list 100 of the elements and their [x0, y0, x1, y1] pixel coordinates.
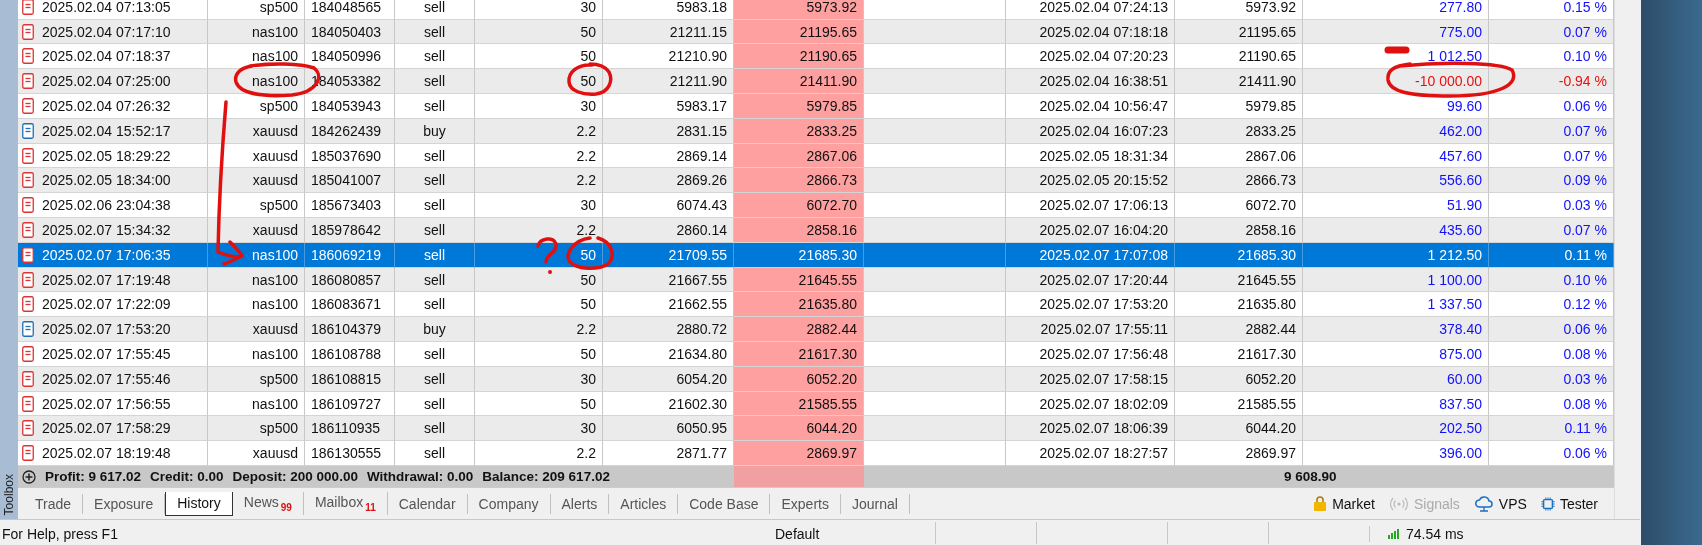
- tab[interactable]: Code Base: [678, 493, 771, 514]
- type-cell: sell: [395, 94, 475, 119]
- table-row[interactable]: 2025.02.07 17:19:48 nas100 186080857 sell 50 21667.55 21645.55 2025.02.07 17:20:44 21645.55 1 100.00 0.10 %: [18, 267, 1614, 293]
- document-icon: [22, 246, 34, 263]
- table-row[interactable]: 2025.02.04 07:17:10 nas100 184050403 sell 50 21211.15 21195.65 2025.02.04 07:18:18 21195.65 775.00 0.07 %: [18, 19, 1614, 45]
- document-icon: [22, 420, 34, 437]
- time-cell: 2025.02.04 16:07:23: [1006, 118, 1175, 144]
- type-cell: sell: [395, 366, 475, 392]
- table-row[interactable]: 2025.02.04 15:52:17 xauusd 184262439 buy 2.2 2831.15 2833.25 2025.02.04 16:07:23 2833.25 462.00 0.07 %: [18, 118, 1614, 144]
- price-cell: 2882.44: [734, 317, 864, 342]
- symbol-cell: xauusd: [208, 118, 305, 144]
- price-cell: 5979.85: [734, 94, 864, 119]
- price-cell: 21685.30: [734, 242, 864, 268]
- tab[interactable]: Trade: [24, 493, 84, 514]
- price-cell: 2866.73: [734, 168, 864, 194]
- change-cell: 0.11 %: [1489, 242, 1614, 268]
- table-row[interactable]: 2025.02.07 18:19:48 xauusd 186130555 sell 2.2 2871.77 2869.97 2025.02.07 18:27:57 2869.97 396.00 0.06 %: [18, 441, 1614, 466]
- tab[interactable]: Calendar: [387, 493, 468, 514]
- time-cell: 2025.02.04 10:56:47: [1006, 94, 1175, 119]
- service-button[interactable]: VPS: [1473, 495, 1527, 512]
- tab[interactable]: Articles: [609, 493, 679, 514]
- time-cell: 2025.02.07 17:55:45: [18, 342, 208, 367]
- document-icon: [22, 48, 34, 65]
- document-icon: [22, 197, 34, 214]
- tab[interactable]: Experts: [770, 493, 841, 514]
- document-icon: [22, 0, 34, 15]
- price-cell: 21635.80: [734, 292, 864, 318]
- table-row[interactable]: 2025.02.06 23:04:38 sp500 185673403 sell 30 6074.43 6072.70 2025.02.07 17:06:13 6072.70 51.90 0.03 %: [18, 193, 1614, 219]
- tab[interactable]: History: [165, 491, 233, 516]
- document-icon: [22, 321, 34, 338]
- profit-cell: 99.60: [1303, 94, 1489, 119]
- bag-icon: [1313, 495, 1328, 512]
- table-row[interactable]: 2025.02.07 15:34:32 xauusd 185978642 sell 2.2 2860.14 2858.16 2025.02.07 16:04:20 2858.16 435.60 0.07 %: [18, 218, 1614, 243]
- table-row[interactable]: 2025.02.05 18:29:22 xauusd 185037690 sell 2.2 2869.14 2867.06 2025.02.05 18:31:34 2867.06 457.60 0.07 %: [18, 143, 1614, 169]
- ping-text: 74.54 ms: [1406, 526, 1464, 542]
- price-cell: 21685.30: [1175, 242, 1303, 268]
- summary-value: Deposit: 200 000.00: [232, 469, 358, 484]
- ticket-cell: 184048565: [305, 0, 395, 20]
- profit-cell: 435.60: [1303, 218, 1489, 243]
- summary-value: Credit: 0.00: [150, 469, 224, 484]
- tab[interactable]: Journal: [840, 493, 910, 514]
- time-cell: 2025.02.04 15:52:17: [18, 118, 208, 144]
- time-cell: 2025.02.04 07:26:32: [18, 94, 208, 119]
- price-cell: 6044.20: [734, 416, 864, 442]
- document-icon: [22, 73, 34, 90]
- table-row[interactable]: 2025.02.07 17:58:29 sp500 186110935 sell 30 6050.95 6044.20 2025.02.07 18:06:39 6044.20 202.50 0.11 %: [18, 416, 1614, 442]
- profit-cell: 1 212.50: [1303, 242, 1489, 268]
- table-row[interactable]: 2025.02.07 17:55:45 nas100 186108788 sell 50 21634.80 21617.30 2025.02.07 17:56:48 21617.30 875.00 0.08 %: [18, 342, 1614, 367]
- volume-cell: 2.2: [475, 218, 603, 243]
- price-cell: 2833.25: [1175, 118, 1303, 144]
- table-row[interactable]: 2025.02.07 17:56:55 nas100 186109727 sell 50 21602.30 21585.55 2025.02.07 18:02:09 21585.55 837.50 0.08 %: [18, 391, 1614, 417]
- document-icon: [22, 370, 34, 387]
- time-cell: 2025.02.07 17:07:08: [1006, 242, 1175, 268]
- profit-total: 9 608.90: [1284, 469, 1337, 484]
- document-icon: [22, 345, 34, 362]
- type-cell: sell: [395, 0, 475, 20]
- status-text: For Help, press F1: [1, 526, 119, 542]
- document-icon: [22, 172, 34, 189]
- tab[interactable]: Alerts: [550, 493, 610, 514]
- table-row[interactable]: 2025.02.04 07:18:37 nas100 184050996 sell 50 21210.90 21190.65 2025.02.04 07:20:23 21190.65 1 012.50 0.10 %: [18, 44, 1614, 70]
- table-row[interactable]: 2025.02.05 18:34:00 xauusd 185041007 sell 2.2 2869.26 2866.73 2025.02.05 20:15:52 2866.73 556.60 0.09 %: [18, 168, 1614, 194]
- price-cell: 2869.97: [734, 441, 864, 466]
- document-icon: [22, 271, 34, 288]
- table-row[interactable]: 2025.02.07 17:06:35 nas100 186069219 sell 50 21709.55 21685.30 2025.02.07 17:07:08 21685.30 1 212.50 0.11 %: [18, 242, 1614, 268]
- ticket-cell: 186108815: [305, 366, 395, 392]
- price-cell: 21617.30: [1175, 342, 1303, 367]
- price-cell: 5979.85: [1175, 94, 1303, 119]
- price-cell: 21617.30: [734, 342, 864, 367]
- time-cell: 2025.02.04 07:13:05: [18, 0, 208, 20]
- price-cell: 5973.92: [1175, 0, 1303, 20]
- table-row[interactable]: 2025.02.07 17:55:46 sp500 186108815 sell 30 6054.20 6052.20 2025.02.07 17:58:15 6052.20 60.00 0.03 %: [18, 366, 1614, 392]
- table-row[interactable]: 2025.02.04 07:13:05 sp500 184048565 sell 30 5983.18 5973.92 2025.02.04 07:24:13 5973.92 277.80 0.15 %: [18, 0, 1614, 20]
- price-cell: 5973.92: [734, 0, 864, 20]
- expand-icon[interactable]: [22, 469, 36, 484]
- table-row[interactable]: 2025.02.07 17:22:09 nas100 186083671 sell 50 21662.55 21635.80 2025.02.07 17:53:20 21635.80 1 337.50 0.12 %: [18, 292, 1614, 318]
- volume-cell: 30: [475, 366, 603, 392]
- price-cell: 21411.90: [734, 69, 864, 95]
- table-row[interactable]: 2025.02.04 07:26:32 sp500 184053943 sell 30 5983.17 5979.85 2025.02.04 10:56:47 5979.85 99.60 0.06 %: [18, 94, 1614, 119]
- document-icon: [22, 97, 34, 114]
- type-cell: sell: [395, 242, 475, 268]
- ticket-cell: 186108788: [305, 342, 395, 367]
- tab[interactable]: Company: [467, 493, 551, 514]
- symbol-cell: sp500: [208, 0, 305, 20]
- tab[interactable]: News$_{99}$: [232, 492, 304, 515]
- price-cell: 6052.20: [1175, 366, 1303, 392]
- document-icon: [22, 395, 34, 412]
- ticket-cell: 184053943: [305, 94, 395, 119]
- tab[interactable]: Mailbox$_{11}$: [303, 492, 388, 515]
- symbol-cell: nas100: [208, 342, 305, 367]
- type-cell: buy: [395, 118, 475, 144]
- table-row[interactable]: 2025.02.07 17:53:20 xauusd 186104379 buy 2.2 2880.72 2882.44 2025.02.07 17:55:11 2882.44 378.40 0.06 %: [18, 317, 1614, 342]
- service-button[interactable]: Tester: [1540, 495, 1598, 512]
- time-cell: 2025.02.07 15:34:32: [18, 218, 208, 243]
- summary-value: Balance: 209 617.02: [482, 469, 610, 484]
- document-icon: [22, 122, 34, 139]
- cloud-icon: [1473, 495, 1494, 512]
- service-button[interactable]: Market: [1313, 495, 1375, 512]
- chip-icon: [1540, 495, 1555, 512]
- price-cell: 2867.06: [734, 143, 864, 169]
- time-cell: 2025.02.07 17:56:48: [1006, 342, 1175, 367]
